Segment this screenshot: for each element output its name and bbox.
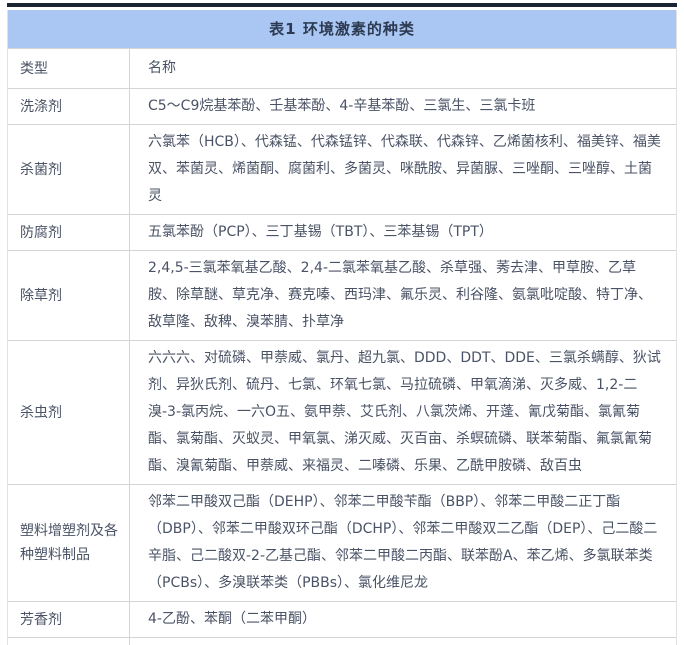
table-body: 洗涤剂 C5～C9烷基苯酚、壬基苯酚、4-辛基苯酚、三氯生、三氯卡班 杀菌剂 六… [8,89,676,645]
table-row: 防腐剂 五氯苯酚（PCP）、三丁基锡（TBT）、三苯基锡（TPT） [8,215,676,251]
row-type: 杀菌剂 [8,125,130,214]
row-type: 芳香剂 [8,602,130,637]
top-divider [7,3,677,7]
row-type: 防腐剂 [8,215,130,250]
table-title: 表1 环境激素的种类 [8,10,676,48]
header-row: 类型 名称 [8,48,676,89]
row-names: 五氯苯酚（PCP）、三丁基锡（TBT）、三苯基锡（TPT） [130,215,676,250]
row-type: 洗涤剂 [8,89,130,124]
table-row: 除草剂 2,4,5-三氯苯氧基乙酸、2,4-二氯苯氧基乙酸、杀草强、莠去津、甲草… [8,251,676,341]
environmental-hormones-table: 表1 环境激素的种类 类型 名称 洗涤剂 C5～C9烷基苯酚、壬基苯酚、4-辛基… [7,10,677,645]
table-row: 杀虫剂 六六六、对硫磷、甲萘威、氯丹、超九氯、DDD、DDT、DDE、三氯杀螨醇… [8,341,676,485]
table-page: 表1 环境激素的种类 类型 名称 洗涤剂 C5～C9烷基苯酚、壬基苯酚、4-辛基… [0,0,684,645]
row-type: 杀虫剂 [8,341,130,484]
row-type: 染料 [8,638,130,645]
table-row: 塑料增塑剂及各种塑料制品 邻苯二甲酸双己酯（DEHP）、邻苯二甲酸苄酯（BBP）… [8,485,676,602]
row-names: 2,4,5-三氯苯氧基乙酸、2,4-二氯苯氧基乙酸、杀草强、莠去津、甲草胺、乙草… [130,251,676,340]
table-row: 洗涤剂 C5～C9烷基苯酚、壬基苯酚、4-辛基苯酚、三氯生、三氯卡班 [8,89,676,125]
column-header-type: 类型 [8,49,130,88]
row-names: 六氯苯（HCB）、代森锰、代森锰锌、代森联、代森锌、乙烯菌核利、福美锌、福美双、… [130,125,676,214]
row-names: 烷基酚、4-（亚）硝基甲苯、2-萘酚、2,4-二氯苯酚、阿咪唑、3-氨基-1,2… [130,638,676,645]
row-type: 除草剂 [8,251,130,340]
table-row: 芳香剂 4-乙酚、苯酮（二苯甲酮） [8,602,676,638]
row-type: 塑料增塑剂及各种塑料制品 [8,485,130,601]
column-header-name: 名称 [130,49,676,88]
table-row: 染料 烷基酚、4-（亚）硝基甲苯、2-萘酚、2,4-二氯苯酚、阿咪唑、3-氨基-… [8,638,676,645]
row-names: 4-乙酚、苯酮（二苯甲酮） [130,602,676,637]
table-row: 杀菌剂 六氯苯（HCB）、代森锰、代森锰锌、代森联、代森锌、乙烯菌核利、福美锌、… [8,125,676,215]
row-names: 邻苯二甲酸双己酯（DEHP）、邻苯二甲酸苄酯（BBP）、邻苯二甲酸二正丁酯（DB… [130,485,676,601]
row-names: 六六六、对硫磷、甲萘威、氯丹、超九氯、DDD、DDT、DDE、三氯杀螨醇、狄试剂… [130,341,676,484]
row-names: C5～C9烷基苯酚、壬基苯酚、4-辛基苯酚、三氯生、三氯卡班 [130,89,676,124]
